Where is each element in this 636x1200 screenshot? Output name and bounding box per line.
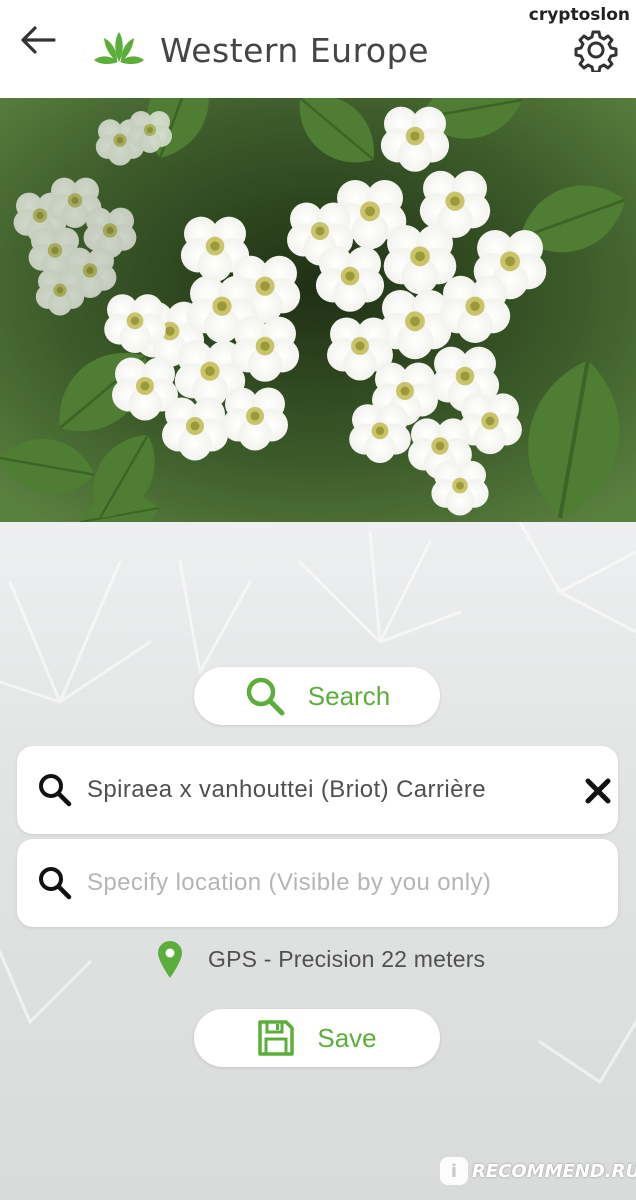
search-button-label: Search — [307, 680, 391, 711]
gps-status: GPS - Precision 22 meters — [156, 938, 485, 980]
watermark-badge-icon: i — [440, 1157, 468, 1185]
flower-photo-image — [0, 98, 636, 522]
search-icon — [246, 677, 285, 716]
plant-photo — [0, 98, 636, 522]
recommend-watermark: i RECOMMEND.RU — [440, 1154, 636, 1188]
arrow-left-icon — [21, 26, 56, 54]
plant-logo-icon — [94, 32, 144, 65]
gear-icon — [574, 30, 618, 74]
top-bar: Western Europe cryptoslon — [0, 0, 636, 98]
map-pin-icon — [158, 941, 182, 978]
species-field[interactable]: Spiraea x vanhouttei (Briot) Carrière — [17, 746, 618, 834]
page-title: Western Europe — [160, 31, 429, 70]
watermark-username: cryptoslon — [528, 5, 630, 25]
save-icon — [258, 1020, 295, 1056]
gps-precision-text: GPS - Precision 22 meters — [208, 945, 486, 972]
watermark-text: RECOMMEND.RU — [472, 1160, 636, 1182]
search-icon — [39, 867, 72, 900]
location-field[interactable] — [17, 839, 618, 927]
search-icon — [39, 774, 72, 807]
settings-button[interactable] — [574, 28, 618, 74]
close-icon[interactable] — [583, 776, 613, 806]
species-name-value: Spiraea x vanhouttei (Briot) Carrière — [87, 776, 486, 803]
save-button[interactable]: Save — [194, 1009, 440, 1067]
search-button[interactable]: Search — [194, 667, 440, 725]
back-button[interactable] — [18, 22, 58, 58]
location-input[interactable] — [87, 863, 587, 903]
save-button-label: Save — [317, 1022, 377, 1053]
